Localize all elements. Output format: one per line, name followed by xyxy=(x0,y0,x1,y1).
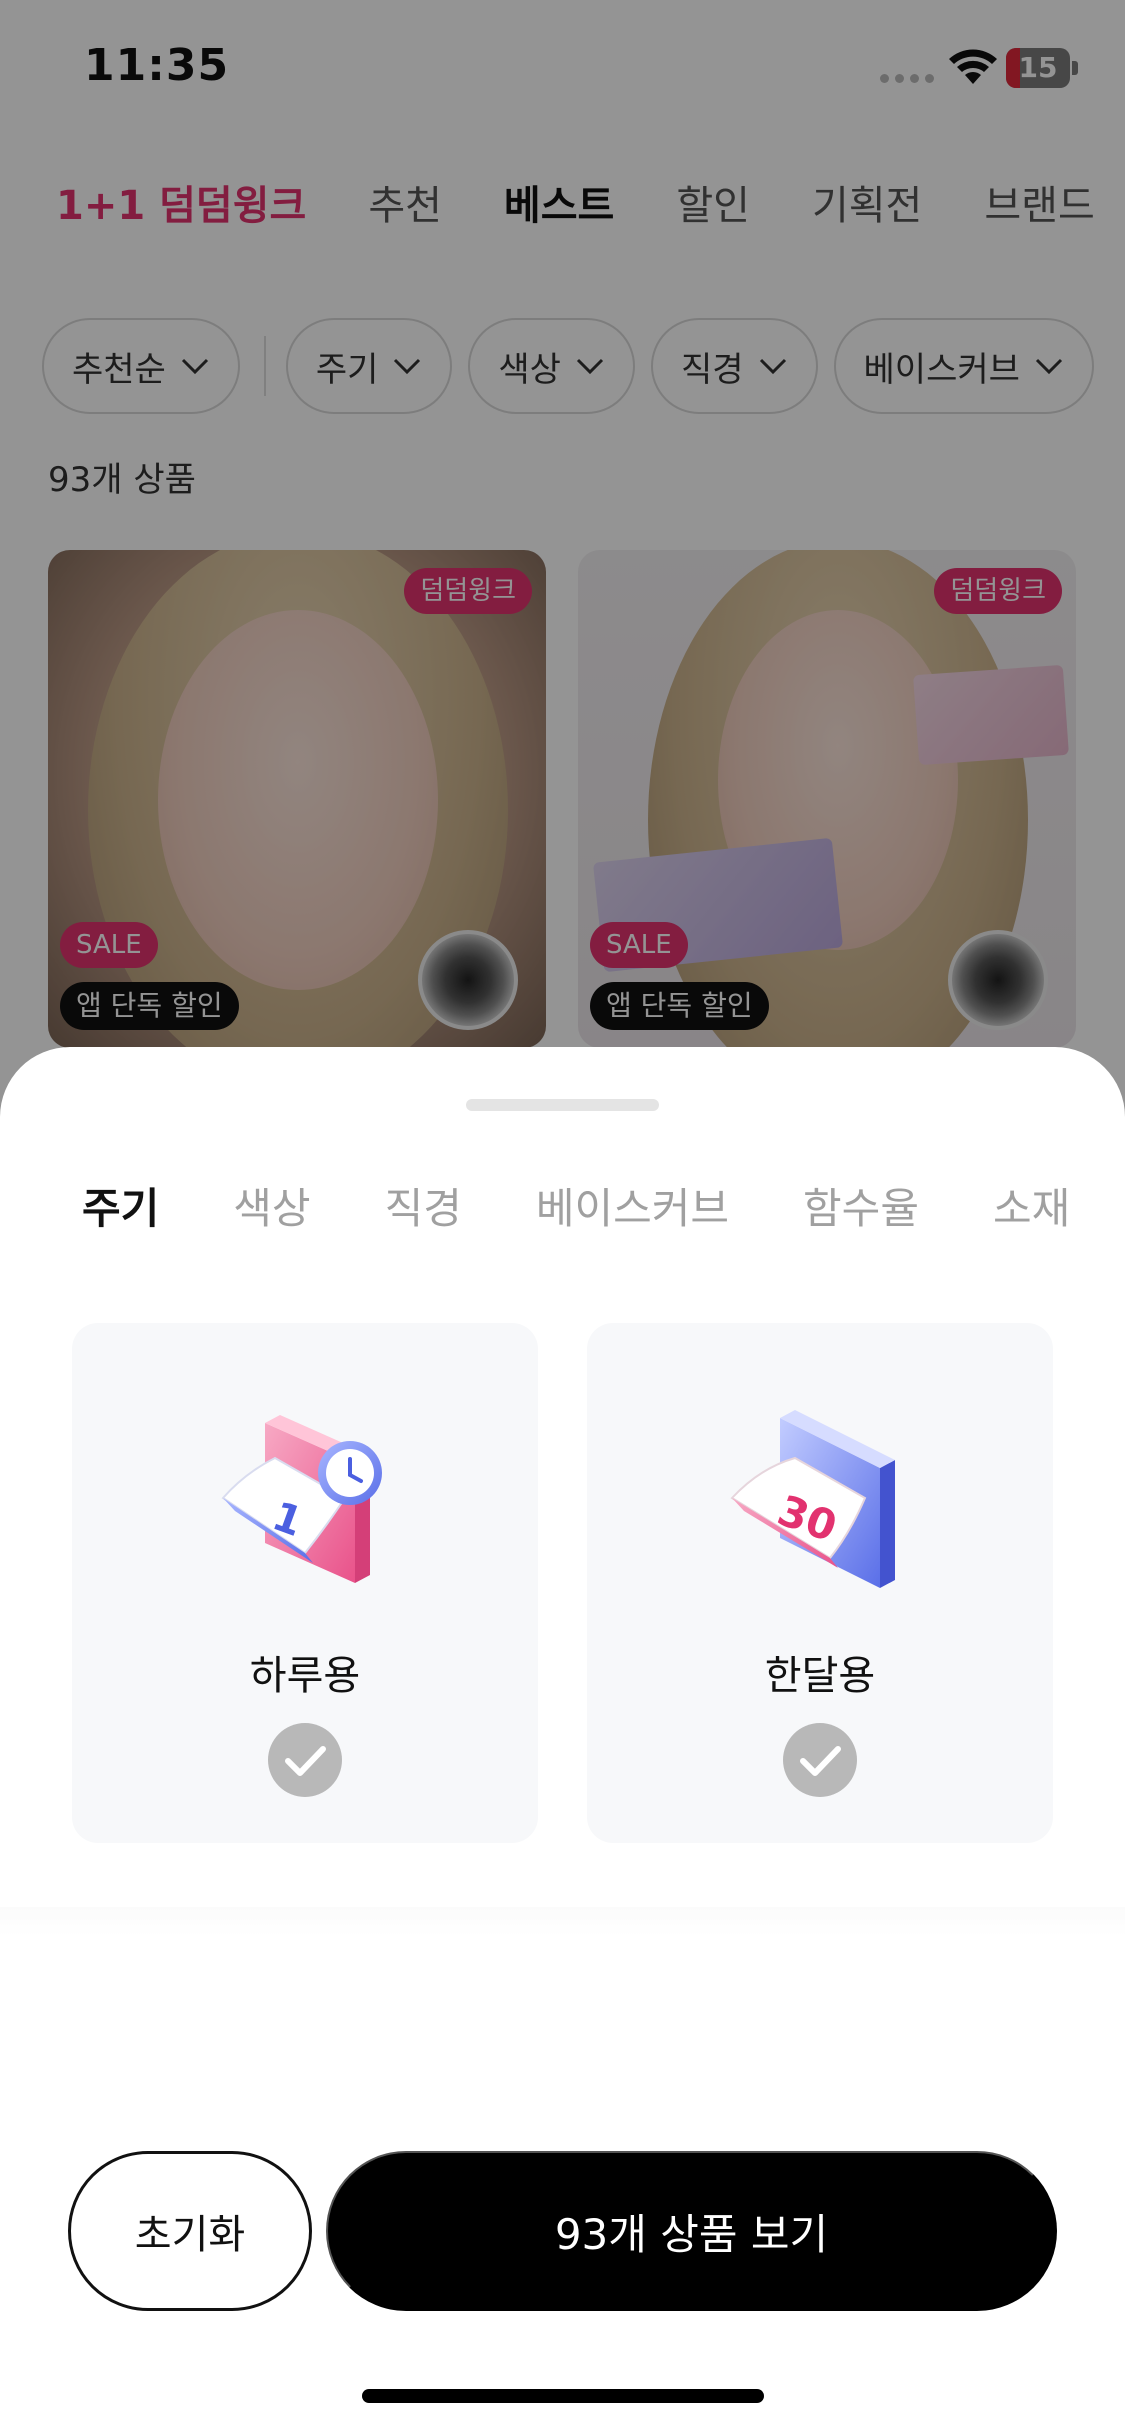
option-daily[interactable]: 1 하루용 xyxy=(72,1323,538,1843)
show-products-button[interactable]: 93개 상품 보기 xyxy=(326,2151,1057,2311)
option-label: 하루용 xyxy=(249,1653,361,1699)
monthly-calendar-icon: 30 xyxy=(730,1410,895,1588)
filter-bottom-sheet: 주기 색상 직경 베이스커브 함수율 소재 1 하루용 30 한달용 초기화 9… xyxy=(0,1047,1125,2436)
daily-calendar-icon: 1 xyxy=(221,1415,382,1583)
home-indicator xyxy=(362,2389,764,2403)
filter-category-tabs: 주기 색상 직경 베이스커브 함수율 소재 xyxy=(82,1175,1125,1236)
reset-button[interactable]: 초기화 xyxy=(68,2151,312,2311)
tab-basecurve[interactable]: 베이스커브 xyxy=(536,1175,729,1236)
tab-water-content[interactable]: 함수율 xyxy=(803,1175,919,1236)
tab-material[interactable]: 소재 xyxy=(993,1175,1070,1236)
divider xyxy=(0,1907,1125,1937)
checkmark-icon[interactable] xyxy=(783,1723,857,1797)
option-label: 한달용 xyxy=(764,1653,876,1699)
tab-cycle[interactable]: 주기 xyxy=(82,1175,159,1236)
tab-diameter[interactable]: 직경 xyxy=(385,1175,462,1236)
option-monthly[interactable]: 30 한달용 xyxy=(587,1323,1053,1843)
checkmark-icon[interactable] xyxy=(268,1723,342,1797)
tab-color[interactable]: 색상 xyxy=(233,1175,310,1236)
sheet-drag-handle[interactable] xyxy=(466,1099,659,1111)
